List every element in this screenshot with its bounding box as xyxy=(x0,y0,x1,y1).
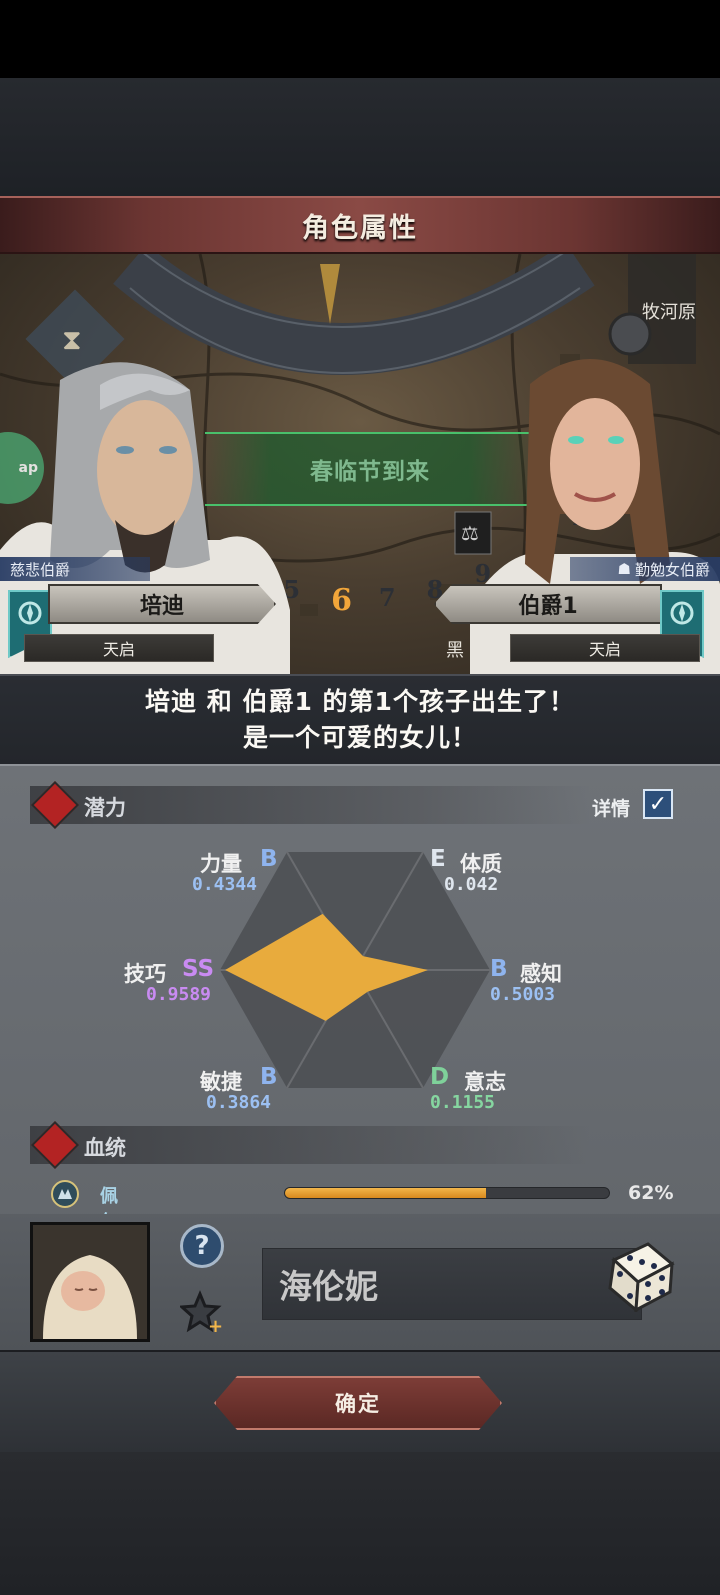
stat-value-agility: 0.3864 xyxy=(206,1092,272,1113)
help-button[interactable]: ? xyxy=(180,1224,224,1268)
confirm-label: 确定 xyxy=(335,1392,381,1416)
detail-label: 详情 xyxy=(592,798,631,820)
calendar-pointer xyxy=(320,264,340,324)
stat-grade-strength: B xyxy=(260,846,278,872)
crest-emblem-icon xyxy=(670,601,694,625)
baby-image xyxy=(33,1225,147,1339)
father-title: 慈悲伯爵 xyxy=(0,557,150,581)
father-name-plate[interactable]: 培迪 xyxy=(48,584,276,624)
mother-name-plate[interactable]: 伯爵1 xyxy=(434,584,662,624)
calendar-number: 7 xyxy=(378,582,396,612)
father-name: 培迪 xyxy=(139,594,184,619)
potential-label: 潜力 xyxy=(84,796,126,820)
plus-icon: + xyxy=(208,1316,223,1334)
stat-value-perception: 0.5003 xyxy=(490,984,556,1005)
question-icon: ? xyxy=(194,1231,210,1261)
stat-grade-agility: B xyxy=(260,1064,278,1090)
lineage-progress xyxy=(284,1187,610,1199)
stat-value-strength: 0.4344 xyxy=(192,874,258,895)
child-name-input[interactable] xyxy=(279,1264,599,1304)
status-bar-area xyxy=(0,0,720,78)
dialog-title: 角色属性 xyxy=(302,212,418,244)
lineage-label: 血统 xyxy=(84,1136,126,1160)
father-house-text: 天启 xyxy=(102,640,135,659)
stat-value-skill: 0.9589 xyxy=(146,984,212,1005)
stat-value-constitution: 0.042 xyxy=(444,874,499,895)
birth-announcement: 培迪 和 伯爵1 的第1个孩子出生了！ 是一个可爱的女儿！ xyxy=(0,674,720,764)
father-title-text: 慈悲伯爵 xyxy=(10,560,71,579)
mother-house: 天启 xyxy=(510,634,700,662)
stat-value-will: 0.1155 xyxy=(430,1092,496,1113)
mother-title-icon: ☗ xyxy=(617,560,631,578)
mother-title-text: 勤勉女伯爵 xyxy=(634,560,710,579)
crest-emblem-icon xyxy=(18,601,42,625)
stat-grade-skill: SS xyxy=(182,956,215,982)
lineage-progress-fill xyxy=(285,1188,486,1198)
birth-scene: 牧河原 ⧗ ⚖ 黑 234567891011 春临节到来 慈悲伯爵 xyxy=(0,254,720,674)
checkmark-icon: ✓ xyxy=(648,791,668,817)
confirm-button[interactable]: 确定 xyxy=(214,1376,502,1430)
calendar-number: 6 xyxy=(331,582,352,618)
map-place-bottom: 黑 xyxy=(446,640,464,661)
floating-assist-text: ap xyxy=(18,460,38,476)
detail-checkbox[interactable]: ✓ xyxy=(643,789,673,819)
stat-grade-constitution: E xyxy=(430,846,446,872)
announcement-line-2: 是一个可爱的女儿！ xyxy=(242,723,477,752)
lineage-percent: 62% xyxy=(628,1182,674,1204)
mother-title: ☗ 勤勉女伯爵 xyxy=(570,557,720,581)
backdrop xyxy=(0,78,720,196)
announcement-line-1: 培迪 和 伯爵1 的第1个孩子出生了！ xyxy=(145,687,575,716)
mother-name: 伯爵1 xyxy=(518,594,578,619)
royal-house-icon xyxy=(51,1180,79,1208)
mother-house-text: 天启 xyxy=(588,640,621,659)
father-house: 天启 xyxy=(24,634,214,662)
stat-grade-will: D xyxy=(430,1064,450,1090)
dice-icon xyxy=(608,1242,675,1312)
baby-portrait xyxy=(30,1222,150,1342)
dialog-title-bar: 角色属性 xyxy=(0,196,720,254)
random-name-button[interactable] xyxy=(606,1240,676,1312)
stat-grade-perception: B xyxy=(490,956,508,982)
child-name-field[interactable] xyxy=(262,1248,642,1320)
event-banner-text: 春临节到来 xyxy=(310,459,430,485)
favorite-add-button[interactable]: + xyxy=(180,1290,224,1334)
bottom-backdrop xyxy=(0,1452,720,1595)
